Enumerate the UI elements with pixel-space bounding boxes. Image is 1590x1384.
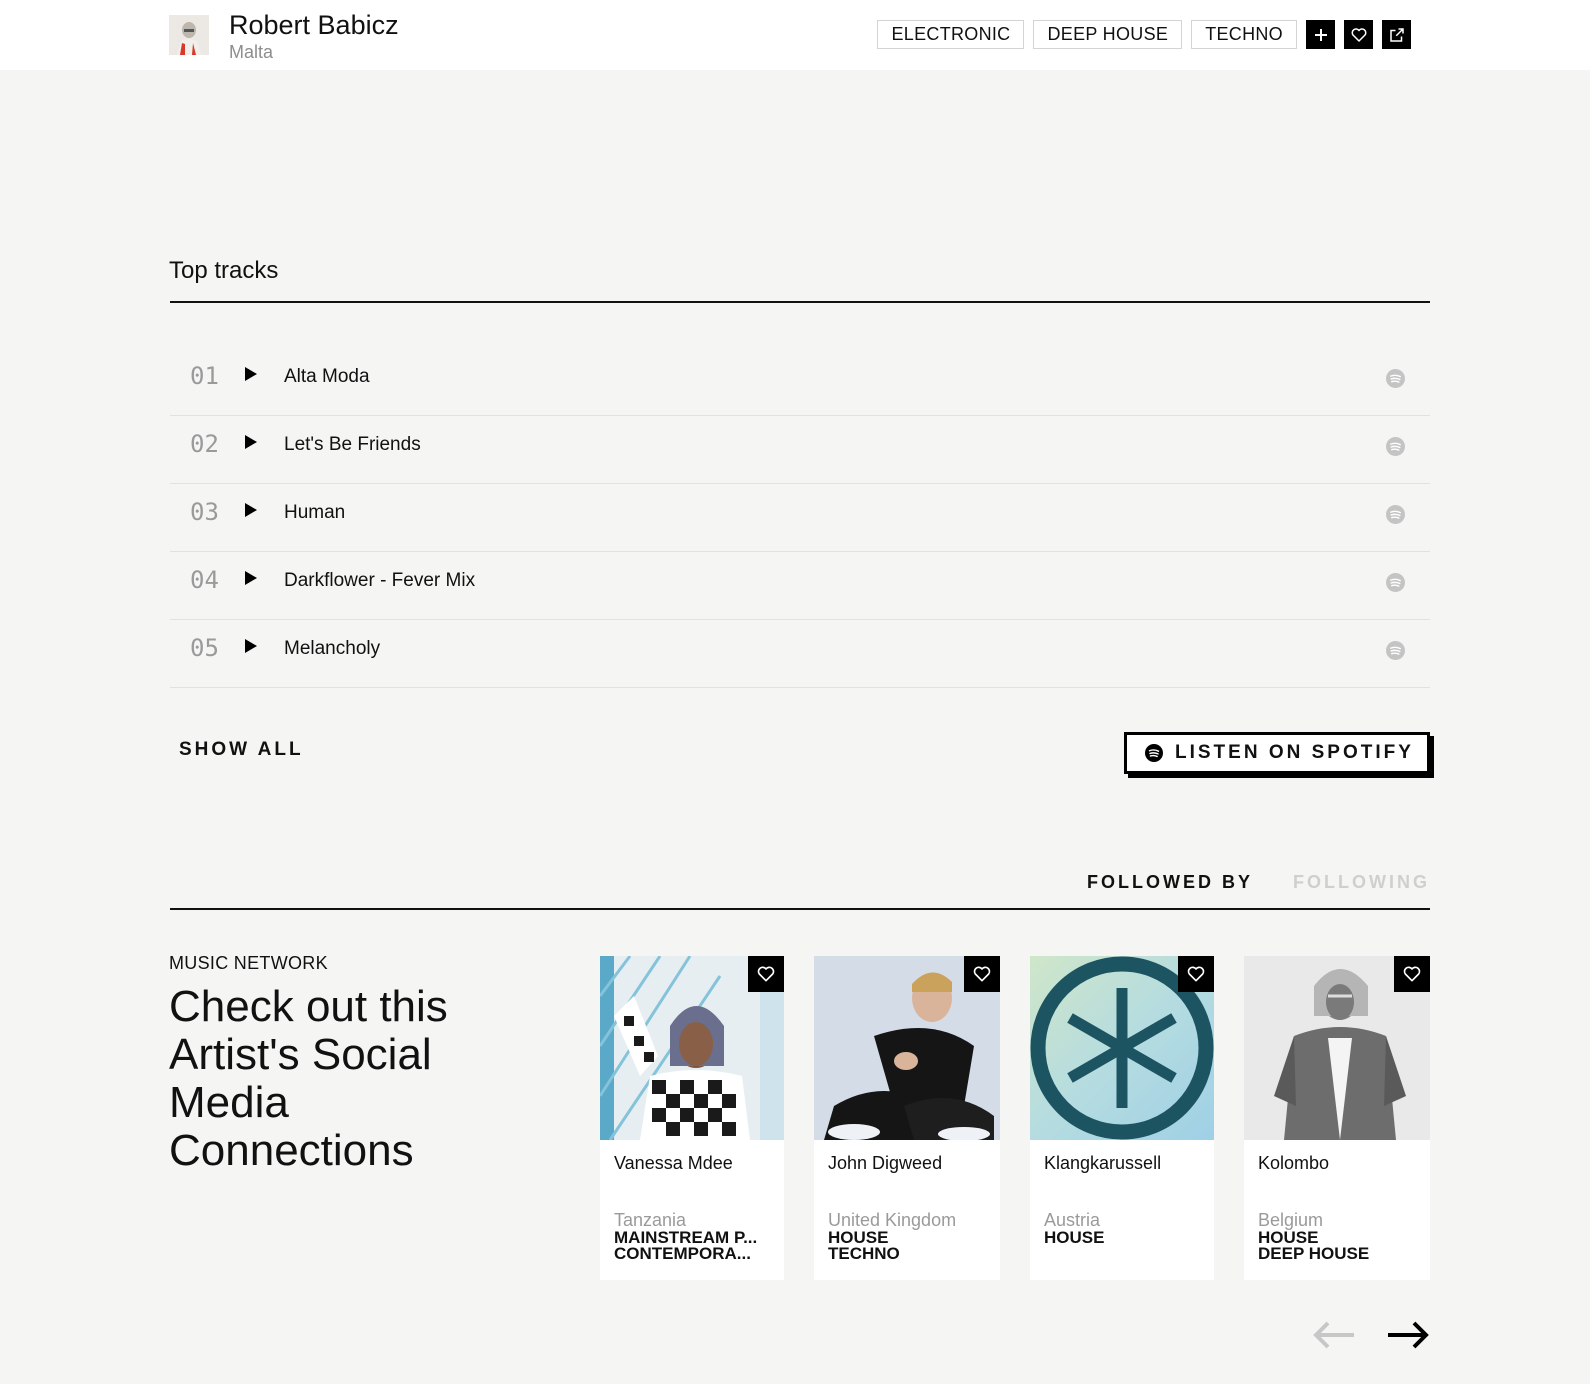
artist-card-genre: DEEP HOUSE [1258, 1246, 1370, 1262]
artist-card-genre: HOUSE [828, 1230, 889, 1246]
genre-tags: ELECTRONIC DEEP HOUSE TECHNO [877, 20, 1411, 49]
artist-photo [1030, 956, 1214, 1140]
top-tracks-title: Top tracks [169, 257, 279, 284]
tag-techno[interactable]: TECHNO [1191, 20, 1297, 49]
artist-card-country: Tanzania [614, 1210, 687, 1230]
heart-icon [973, 966, 991, 982]
artist-card-name: John Digweed [828, 1153, 943, 1173]
artist-avatar [169, 15, 209, 55]
track-number: 01 [190, 362, 219, 390]
track-number: 03 [190, 498, 219, 526]
listen-on-spotify-button[interactable]: LISTEN ON SPOTIFY [1124, 732, 1430, 774]
heart-icon [1351, 27, 1366, 42]
artist-card-country: Belgium [1258, 1210, 1324, 1230]
artist-card-name: Klangkarussell [1044, 1153, 1162, 1173]
track-number: 05 [190, 634, 219, 662]
heart-icon [1403, 966, 1421, 982]
spotify-icon[interactable] [1386, 437, 1405, 456]
favorite-artist-button[interactable] [1394, 956, 1430, 992]
top-tracks-divider [170, 301, 1430, 303]
heart-icon [1187, 966, 1205, 982]
spotify-icon[interactable] [1386, 641, 1405, 660]
share-button[interactable] [1382, 20, 1411, 49]
artist-card-name: Vanessa Mdee [614, 1153, 733, 1173]
tab-following[interactable]: FOLLOWING [1293, 872, 1430, 893]
artist-header: Robert Babicz Malta ELECTRONIC DEEP HOUS… [0, 0, 1590, 70]
artist-card-genre: MAINSTREAM P... [614, 1230, 758, 1246]
network-tabs: FOLLOWED BY FOLLOWING [1087, 872, 1430, 893]
artist-photo [814, 956, 1000, 1140]
spotify-icon[interactable] [1386, 573, 1405, 592]
external-link-icon [1389, 27, 1404, 42]
listen-on-spotify-label: LISTEN ON SPOTIFY [1175, 742, 1414, 763]
artist-card-genre: HOUSE [1258, 1230, 1319, 1246]
artist-card-country: United Kingdom [828, 1210, 957, 1230]
track-title: Let's Be Friends [284, 434, 421, 455]
track-row[interactable]: 01 Alta Moda [170, 348, 1430, 416]
artist-card[interactable]: Vanessa Mdee Tanzania MAINSTREAM P... CO… [600, 956, 784, 1280]
artist-card[interactable]: Kolombo Belgium HOUSE DEEP HOUSE [1244, 956, 1430, 1280]
track-number: 04 [190, 566, 219, 594]
favorite-artist-button[interactable] [964, 956, 1000, 992]
carousel-controls [1312, 1320, 1430, 1350]
play-icon[interactable] [244, 571, 258, 585]
arrow-left-icon[interactable] [1312, 1320, 1356, 1350]
track-title: Darkflower - Fever Mix [284, 570, 476, 591]
favorite-artist-button[interactable] [1178, 956, 1214, 992]
add-button[interactable] [1306, 20, 1335, 49]
artist-card[interactable]: Klangkarussell Austria HOUSE [1030, 956, 1214, 1280]
track-row[interactable]: 03 Human [170, 484, 1430, 552]
track-row[interactable]: 02 Let's Be Friends [170, 416, 1430, 484]
network-divider [170, 908, 1430, 910]
play-icon[interactable] [244, 435, 258, 449]
favorite-artist-button[interactable] [748, 956, 784, 992]
artist-card-country: Austria [1044, 1210, 1101, 1230]
spotify-icon[interactable] [1386, 505, 1405, 524]
favorite-button[interactable] [1344, 20, 1373, 49]
artist-card-genre: CONTEMPORA... [614, 1246, 751, 1262]
artist-name: Robert Babicz [229, 10, 399, 40]
artist-card-name: Kolombo [1258, 1153, 1330, 1173]
track-list: 01 Alta Moda 02 Let's Be Friends 03 Huma… [170, 348, 1430, 688]
play-icon[interactable] [244, 503, 258, 517]
play-icon[interactable] [244, 367, 258, 381]
tag-electronic[interactable]: ELECTRONIC [877, 20, 1025, 49]
plus-icon [1314, 28, 1327, 41]
spotify-icon [1145, 744, 1163, 762]
heart-icon [757, 966, 775, 982]
arrow-right-icon[interactable] [1386, 1320, 1430, 1350]
play-icon[interactable] [244, 639, 258, 653]
track-title: Alta Moda [284, 366, 370, 387]
spotify-icon[interactable] [1386, 369, 1405, 388]
track-title: Melancholy [284, 638, 381, 659]
section-eyebrow: MUSIC NETWORK [169, 953, 328, 973]
artist-card-genre: HOUSE [1044, 1230, 1105, 1246]
artist-country: Malta [229, 42, 274, 62]
track-row[interactable]: 04 Darkflower - Fever Mix [170, 552, 1430, 620]
section-headline: Check out this Artist's Social Media Con… [169, 982, 448, 1175]
track-number: 02 [190, 430, 219, 458]
tab-followed-by[interactable]: FOLLOWED BY [1087, 872, 1253, 893]
artist-photo [1244, 956, 1430, 1140]
artist-card[interactable]: John Digweed United Kingdom HOUSE TECHNO [814, 956, 1000, 1280]
tag-deep-house[interactable]: DEEP HOUSE [1033, 20, 1183, 49]
artist-card-genre: TECHNO [828, 1246, 900, 1262]
track-title: Human [284, 502, 346, 523]
track-row[interactable]: 05 Melancholy [170, 620, 1430, 688]
artist-photo [600, 956, 784, 1140]
show-all-button[interactable]: SHOW ALL [179, 739, 304, 761]
